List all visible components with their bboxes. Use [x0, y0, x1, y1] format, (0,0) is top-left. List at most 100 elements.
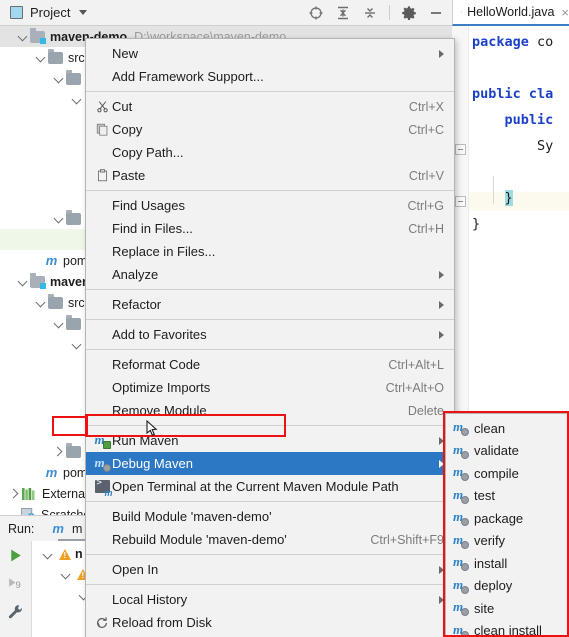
menu-item-find-in-files[interactable]: Find in Files... Ctrl+H: [86, 217, 454, 240]
menu-item-remove-module[interactable]: Remove Module Delete: [86, 399, 454, 422]
menu-separator: [86, 584, 454, 585]
menu-label: Optimize Imports: [112, 380, 211, 395]
menu-label: New: [112, 46, 139, 61]
collapse-all-icon[interactable]: [362, 5, 378, 21]
expand-all-icon[interactable]: [335, 5, 351, 21]
tab-helloworld-java[interactable]: HelloWorld.java ×: [452, 0, 569, 26]
chevron-down-icon[interactable]: [16, 30, 29, 43]
menu-item-analyze[interactable]: Analyze: [86, 263, 454, 286]
chevron-down-icon[interactable]: [59, 568, 72, 581]
menu-item-cut[interactable]: Cut Ctrl+X: [86, 95, 454, 118]
menu-label: Debug Maven: [112, 456, 193, 471]
menu-item-refactor[interactable]: Refactor: [86, 293, 454, 316]
warning-icon: [59, 548, 71, 560]
run-tab-label: m: [71, 521, 83, 536]
menu-item-open-terminal[interactable]: m Open Terminal at the Current Maven Mod…: [86, 475, 454, 498]
locate-icon[interactable]: [308, 5, 324, 21]
code-line-sysout: Sy: [472, 138, 554, 154]
tree-label: src: [68, 295, 85, 310]
menu-item-add-to-favorites[interactable]: Add to Favorites: [86, 323, 454, 346]
chevron-down-icon[interactable]: [70, 93, 83, 106]
project-title-group[interactable]: Project: [0, 5, 88, 20]
run-icon[interactable]: [7, 547, 24, 564]
folder-icon: [66, 69, 81, 85]
chevron-down-icon[interactable]: [52, 317, 65, 330]
menu-item-local-history[interactable]: Local History: [86, 588, 454, 611]
fold-marker-end[interactable]: [455, 196, 466, 207]
maven-goal-icon: m: [453, 578, 469, 594]
menu-label: Find in Files...: [112, 221, 193, 236]
menu-label: Refactor: [112, 297, 162, 312]
submenu-item-compile[interactable]: m compile: [446, 462, 568, 485]
fold-marker-method[interactable]: [455, 144, 466, 155]
maven-pom-icon: m: [45, 253, 58, 268]
menu-shortcut: Delete: [407, 403, 444, 418]
menu-item-reformat-code[interactable]: Reformat Code Ctrl+Alt+L: [86, 353, 454, 376]
submenu-item-validate[interactable]: m validate: [446, 440, 568, 463]
menu-item-copy[interactable]: Copy Ctrl+C: [86, 118, 454, 141]
chevron-down-icon[interactable]: [16, 275, 29, 288]
tree-label: src: [68, 50, 85, 65]
submenu-label: clean: [474, 420, 506, 436]
submenu-item-clean-install[interactable]: m clean install: [446, 620, 568, 637]
folder-icon: [66, 209, 81, 225]
settings-wrench-icon[interactable]: [7, 603, 24, 620]
menu-separator: [86, 190, 454, 191]
menu-item-optimize-imports[interactable]: Optimize Imports Ctrl+Alt+O: [86, 376, 454, 399]
menu-shortcut: Ctrl+Alt+O: [385, 380, 444, 395]
chevron-right-icon[interactable]: [8, 487, 21, 500]
maven-pom-icon: m: [45, 465, 58, 480]
submenu-item-deploy[interactable]: m deploy: [446, 575, 568, 598]
chevron-down-icon[interactable]: [52, 72, 65, 85]
menu-item-find-usages[interactable]: Find Usages Ctrl+G: [86, 194, 454, 217]
submenu-item-test[interactable]: m test: [446, 485, 568, 508]
menu-item-replace-in-files[interactable]: Replace in Files...: [86, 240, 454, 263]
menu-item-copy-path[interactable]: Copy Path...: [86, 141, 454, 164]
menu-separator: [86, 554, 454, 555]
menu-item-rebuild-module[interactable]: Rebuild Module 'maven-demo' Ctrl+Shift+F…: [86, 528, 454, 551]
close-icon[interactable]: ×: [561, 6, 569, 19]
menu-label: Find Usages: [112, 198, 185, 213]
code-line-class-close: }: [472, 216, 481, 232]
menu-item-add-framework-support[interactable]: Add Framework Support...: [86, 65, 454, 88]
chevron-down-icon[interactable]: [34, 296, 47, 309]
menu-separator: [86, 349, 454, 350]
chevron-down-icon[interactable]: [34, 51, 47, 64]
menu-item-paste[interactable]: Paste Ctrl+V: [86, 164, 454, 187]
submenu-item-install[interactable]: m install: [446, 552, 568, 575]
menu-label: Cut: [112, 99, 133, 114]
reload-icon: [92, 616, 112, 630]
run-tab-maven[interactable]: m m: [52, 521, 82, 536]
maven-goal-icon: m: [453, 420, 469, 437]
scissors-icon: [92, 100, 112, 113]
project-context-menu[interactable]: New Add Framework Support... Cut Ctrl+X: [85, 38, 455, 637]
submenu-label: compile: [474, 465, 519, 481]
menu-item-open-in[interactable]: Open In: [86, 558, 454, 581]
menu-label: Open In: [112, 562, 159, 577]
menu-item-debug-maven[interactable]: m Debug Maven: [86, 452, 454, 475]
run-warn-row-1[interactable]: n: [41, 547, 83, 561]
gear-icon[interactable]: [401, 5, 417, 21]
menu-label: Local History: [112, 592, 188, 607]
menu-item-build-module[interactable]: Build Module 'maven-demo': [86, 505, 454, 528]
chevron-down-icon[interactable]: [79, 10, 88, 15]
debug-maven-submenu[interactable]: m clean m validate m compile m test m pa…: [445, 413, 569, 637]
submenu-label: clean install: [474, 623, 542, 637]
rerun-failed-icon[interactable]: 9: [7, 575, 24, 592]
menu-separator: [86, 425, 454, 426]
submenu-item-site[interactable]: m site: [446, 597, 568, 620]
menu-item-new[interactable]: New: [86, 42, 454, 65]
submenu-item-verify[interactable]: m verify: [446, 530, 568, 553]
menu-item-reload-from-disk[interactable]: Reload from Disk: [86, 611, 454, 634]
chevron-down-icon[interactable]: [52, 212, 65, 225]
run-side-toolbar: 9: [0, 541, 32, 637]
chevron-right-icon[interactable]: [52, 445, 65, 458]
chevron-down-icon[interactable]: [70, 338, 83, 351]
minimize-icon[interactable]: [428, 5, 444, 21]
maven-goal-icon: m: [453, 555, 469, 572]
submenu-item-clean[interactable]: m clean: [446, 417, 568, 440]
submenu-item-package[interactable]: m package: [446, 507, 568, 530]
terminal-icon: m: [92, 478, 113, 498]
menu-item-run-maven[interactable]: m Run Maven: [86, 429, 454, 452]
chevron-down-icon[interactable]: [41, 548, 54, 561]
